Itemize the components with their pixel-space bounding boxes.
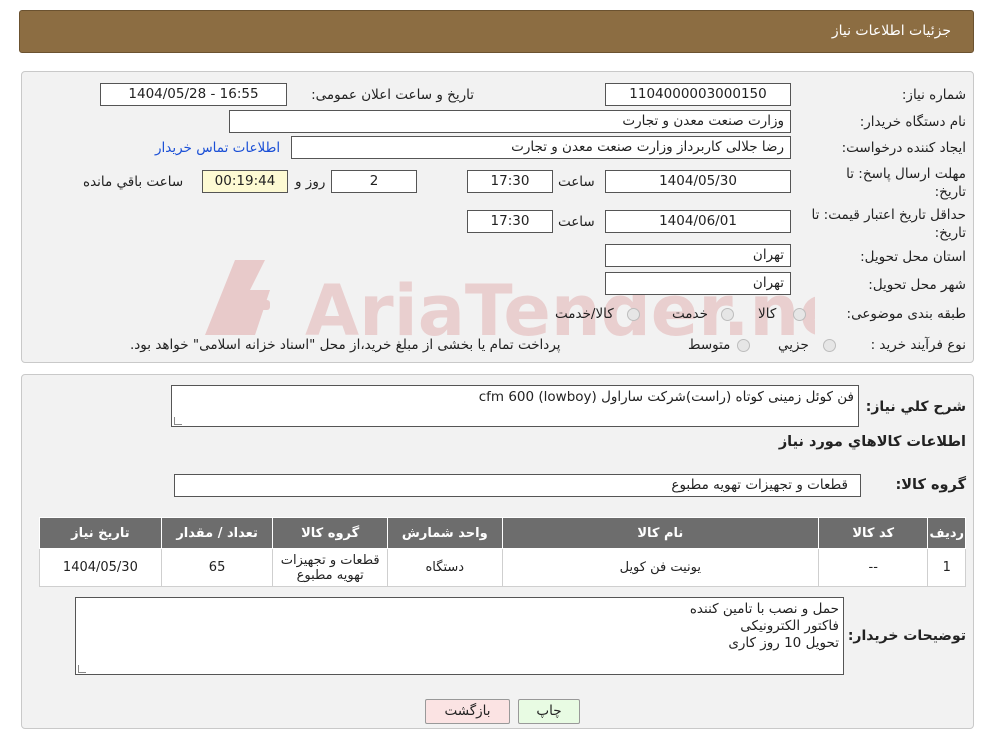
requester-label: ايجاد کننده درخواست: xyxy=(841,140,966,156)
validity-time-label: ساعت xyxy=(558,214,595,230)
table-header-row: رديف کد کالا نام کالا واحد شمارش گروه کا… xyxy=(39,517,966,549)
notes-textarea[interactable]: حمل و نصب با تامین کننده فاکتور الکترونی… xyxy=(75,597,844,675)
province-label: استان محل تحويل: xyxy=(860,249,966,265)
notes-line: تحویل 10 روز کاری xyxy=(728,635,839,651)
col-header-code: کد کالا xyxy=(817,517,929,549)
cell-row-number: 1 xyxy=(927,548,966,587)
col-header-group: گروه کالا xyxy=(272,517,388,549)
city-label: شهر محل تحويل: xyxy=(868,277,966,293)
cell-date: 1404/05/30 xyxy=(39,548,162,587)
buyer-org-field: وزارت صنعت معدن و تجارت xyxy=(229,110,791,133)
back-button[interactable]: بازگشت xyxy=(425,699,510,724)
deadline-time-label: ساعت xyxy=(558,174,595,190)
remaining-label: ساعت باقي مانده xyxy=(83,174,184,190)
remaining-time-field: 00:19:44 xyxy=(202,170,288,193)
category-option-service: خدمت xyxy=(672,306,708,322)
buyer-org-label: نام دستگاه خريدار: xyxy=(859,114,966,130)
need-number-field: 1104000003000150 xyxy=(605,83,791,106)
process-option-medium: متوسط xyxy=(688,337,731,353)
col-header-unit: واحد شمارش xyxy=(386,517,503,549)
category-label: طبقه بندی موضوعی: xyxy=(846,306,966,322)
col-header-name: نام کالا xyxy=(501,517,819,549)
days-label: روز و xyxy=(295,174,326,190)
process-radio-minor[interactable] xyxy=(823,339,836,352)
print-button[interactable]: چاپ xyxy=(518,699,580,724)
group-field: قطعات و تجهيزات تهويه مطبوع xyxy=(174,474,861,497)
announce-label: تاریخ و ساعت اعلان عمومی: xyxy=(311,87,474,103)
city-field: تهران xyxy=(605,272,791,295)
deadline-time-field: 17:30 xyxy=(467,170,553,193)
summary-textarea[interactable]: فن کوئل زمینی کوتاه (راست)شرکت ساراول (l… xyxy=(171,385,859,427)
items-table: رديف کد کالا نام کالا واحد شمارش گروه کا… xyxy=(39,517,966,587)
deadline-label: مهلت ارسال پاسخ: تا xyxy=(846,166,966,182)
process-option-minor: جزيي xyxy=(778,337,809,353)
validity-time-field: 17:30 xyxy=(467,210,553,233)
category-radio-goods[interactable] xyxy=(793,308,806,321)
announce-field: 1404/05/28 - 16:55 xyxy=(100,83,287,106)
deadline-date-field: 1404/05/30 xyxy=(605,170,791,193)
group-label: گروه کالا: xyxy=(895,477,966,493)
process-radio-medium[interactable] xyxy=(737,339,750,352)
category-option-goods: کالا xyxy=(758,306,777,322)
validity-label: حداقل تاريخ اعتبار قيمت: تا xyxy=(811,207,966,223)
category-radio-service[interactable] xyxy=(721,308,734,321)
requester-field: رضا جلالی کاربرداز وزارت صنعت معدن و تجا… xyxy=(291,136,791,159)
notes-line: حمل و نصب با تامین کننده xyxy=(689,601,839,617)
contact-info-link[interactable]: اطلاعات تماس خريدار xyxy=(155,140,280,156)
days-field: 2 xyxy=(331,170,417,193)
page-title: جزئیات اطلاعات نیاز xyxy=(831,23,951,39)
col-header-date: تاريخ نياز xyxy=(39,517,162,549)
process-note: پرداخت تمام يا بخشی از مبلغ خريد،از محل … xyxy=(130,337,561,353)
notes-line: فاکتور الکترونیکی xyxy=(740,618,839,634)
page-header: جزئیات اطلاعات نیاز xyxy=(19,10,974,53)
table-row: 1 -- یونیت فن کویل دستگاه قطعات و تجهيزا… xyxy=(39,548,966,587)
col-header-qty: تعداد / مقدار xyxy=(160,517,274,549)
need-number-label: شماره نیاز: xyxy=(901,87,966,103)
cell-qty: 65 xyxy=(160,548,274,587)
resize-handle-icon[interactable] xyxy=(174,417,182,425)
cell-name: یونیت فن کویل xyxy=(501,548,819,587)
validity-date-field: 1404/06/01 xyxy=(605,210,791,233)
items-heading: اطلاعات کالاهاي مورد نياز xyxy=(778,434,966,450)
province-field: تهران xyxy=(605,244,791,267)
notes-label: توضيحات خريدار: xyxy=(847,628,966,644)
cell-code: -- xyxy=(817,548,929,587)
cell-group: قطعات و تجهيزات تهويه مطبوع xyxy=(272,548,388,587)
cell-unit: دستگاه xyxy=(386,548,503,587)
category-option-goods-service: کالا/خدمت xyxy=(555,306,614,322)
summary-text: فن کوئل زمینی کوتاه (راست)شرکت ساراول (l… xyxy=(478,389,854,405)
col-header-row-number: رديف xyxy=(927,517,966,549)
validity-label-2: تاريخ: xyxy=(934,225,966,241)
deadline-label-2: تاريخ: xyxy=(934,184,966,200)
category-radio-goods-service[interactable] xyxy=(627,308,640,321)
resize-handle-icon[interactable] xyxy=(78,665,86,673)
summary-label: شرح کلي نياز: xyxy=(865,399,966,415)
process-label: نوع فرآيند خريد : xyxy=(870,337,966,353)
